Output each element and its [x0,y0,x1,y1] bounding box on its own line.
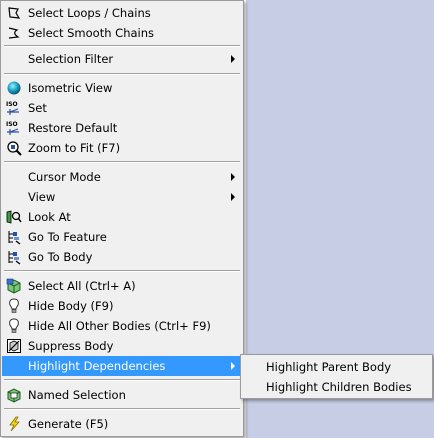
menu-item-label: Select Loops / Chains [28,6,151,20]
menu-item-hide-all-other-bodies[interactable]: Hide All Other Bodies (Ctrl+ F9) [2,316,242,336]
menu-item-label: Highlight Dependencies [28,359,166,373]
go-to-feature-icon [6,229,22,245]
go-to-body-icon [6,249,22,265]
menu-item-view[interactable]: View [2,187,242,207]
menu-item-label: Go To Body [28,250,93,264]
submenu-arrow-icon [231,193,236,201]
menu-item-cursor-mode[interactable]: Cursor Mode [2,167,242,187]
menu-item-label: Suppress Body [28,339,114,353]
menu-separator [4,379,240,381]
menu-item-isometric-view[interactable]: Isometric View [2,78,242,98]
menu-item-label: Select All (Ctrl+ A) [28,279,136,293]
isometric-view-icon [6,80,22,96]
menu-item-go-to-body[interactable]: Go To Body [2,247,242,267]
menu-item-label: Set [28,101,47,115]
menu-item-label: View [28,190,56,204]
menu-item-zoom-to-fit[interactable]: Zoom to Fit (F7) [2,138,242,158]
submenu-arrow-icon [231,362,236,370]
highlight-dependencies-submenu: Highlight Parent Body Highlight Children… [240,354,433,399]
suppress-body-icon [6,338,22,354]
menu-item-generate[interactable]: Generate (F5) [2,414,242,434]
menu-separator [4,161,240,163]
named-selection-icon [6,387,22,403]
svg-text:ISO: ISO [6,101,18,108]
menu-item-label: Isometric View [28,81,113,95]
menu-item-label: Selection Filter [28,52,114,66]
look-at-icon [6,209,22,225]
menu-item-label: Cursor Mode [28,170,101,184]
menu-item-label: Look At [28,210,71,224]
submenu-item-highlight-children-bodies[interactable]: Highlight Children Bodies [242,377,431,397]
menu-item-select-smooth-chains[interactable]: Select Smooth Chains [2,23,242,43]
submenu-arrow-icon [231,55,236,63]
select-all-icon [6,278,22,294]
menu-item-suppress-body[interactable]: Suppress Body [2,336,242,356]
iso-restore-icon: ISO [6,120,22,136]
zoom-to-fit-icon [6,140,22,156]
menu-item-label: Go To Feature [28,230,107,244]
menu-item-label: Restore Default [28,121,118,135]
menu-separator [4,270,240,272]
menu-item-restore-default[interactable]: ISO Restore Default [2,118,242,138]
hide-other-bodies-icon [6,318,22,334]
menu-separator [4,73,240,75]
menu-item-named-selection[interactable]: Named Selection [2,385,242,405]
hide-body-icon [6,298,22,314]
svg-text:ISO: ISO [6,121,18,128]
select-smooth-chains-icon [6,25,22,41]
submenu-item-highlight-parent-body[interactable]: Highlight Parent Body [242,357,431,377]
menu-item-set[interactable]: ISO Set [2,98,242,118]
select-loops-icon [6,5,22,21]
menu-item-select-all[interactable]: Select All (Ctrl+ A) [2,276,242,296]
submenu-arrow-icon [231,173,236,181]
menu-item-label: Select Smooth Chains [28,26,155,40]
menu-item-highlight-dependencies[interactable]: Highlight Dependencies [2,356,242,376]
menu-separator [4,45,240,47]
menu-item-selection-filter[interactable]: Selection Filter [2,49,242,69]
iso-set-icon: ISO [6,100,22,116]
context-menu: Select Loops / Chains Select Smooth Chai… [0,0,244,437]
menu-separator [4,408,240,410]
generate-icon [6,416,22,432]
menu-item-look-at[interactable]: Look At [2,207,242,227]
menu-item-label: Highlight Parent Body [266,360,392,374]
menu-item-label: Hide All Other Bodies (Ctrl+ F9) [28,319,211,333]
menu-item-label: Highlight Children Bodies [266,380,412,394]
menu-item-label: Generate (F5) [28,417,109,431]
menu-item-label: Zoom to Fit (F7) [28,141,121,155]
menu-item-hide-body[interactable]: Hide Body (F9) [2,296,242,316]
menu-item-select-loops-chains[interactable]: Select Loops / Chains [2,3,242,23]
menu-item-label: Named Selection [28,388,126,402]
menu-item-label: Hide Body (F9) [28,299,114,313]
menu-item-go-to-feature[interactable]: Go To Feature [2,227,242,247]
